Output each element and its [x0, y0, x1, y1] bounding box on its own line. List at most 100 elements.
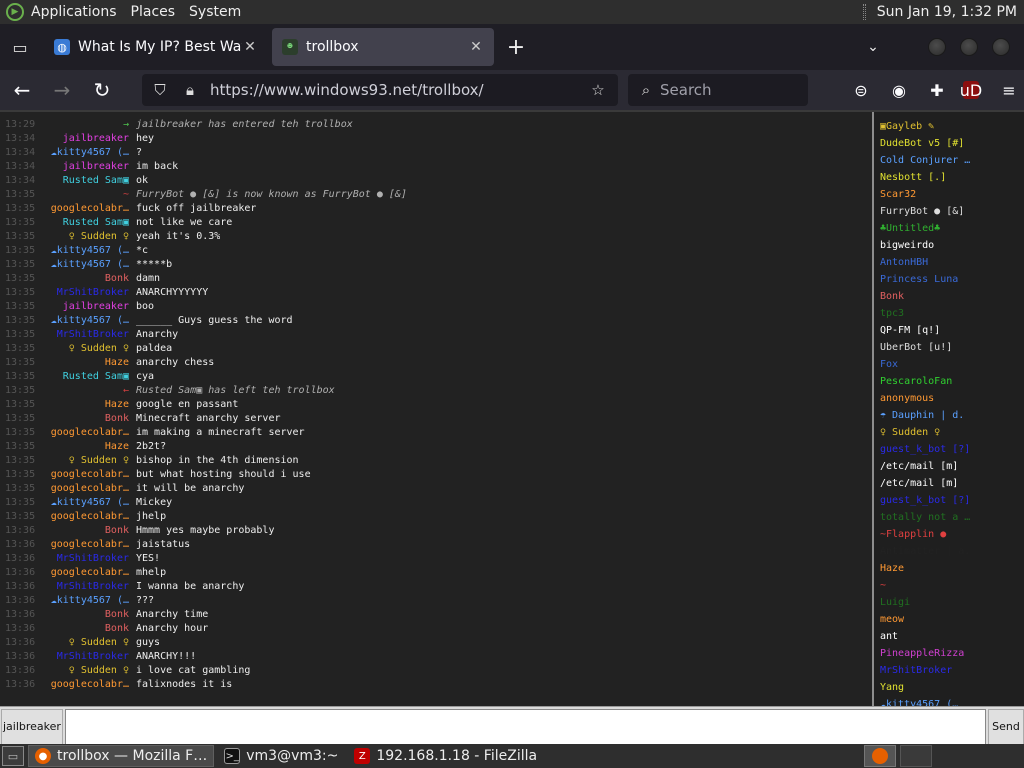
message-nick[interactable]: ♀ Sudden ♀ — [38, 454, 129, 468]
close-icon[interactable]: ✕ — [468, 39, 484, 55]
nickname-button[interactable]: jailbreaker — [1, 708, 63, 745]
message-nick[interactable]: Haze — [38, 398, 129, 412]
user-list-item[interactable]: bigweirdo — [874, 237, 1024, 254]
message-nick[interactable]: ♀ Sudden ♀ — [38, 664, 129, 678]
taskbar-item-firefox[interactable]: ● trollbox — Mozilla F… — [28, 745, 215, 767]
message-nick[interactable]: ☁kitty4567 (… — [38, 594, 129, 608]
message-nick[interactable]: Bonk — [38, 608, 129, 622]
message-nick[interactable]: Bonk — [38, 412, 129, 426]
user-list-item[interactable]: UberBot [u!] — [874, 339, 1024, 356]
user-list-item[interactable]: DudeBot v5 [#] — [874, 135, 1024, 152]
workspace-1[interactable] — [864, 745, 896, 767]
user-list-item[interactable]: tpc3 — [874, 305, 1024, 322]
message-nick[interactable]: ☁kitty4567 (… — [38, 146, 129, 160]
user-list-item[interactable]: ♀ Sudden ♀ — [874, 424, 1024, 441]
message-nick[interactable]: googlecolabr… — [38, 202, 129, 216]
shield-icon[interactable]: ⛉ — [148, 81, 172, 99]
bookmark-star-icon[interactable]: ☆ — [586, 81, 610, 99]
user-list-item[interactable]: ~ — [874, 577, 1024, 594]
message-nick[interactable]: MrShitBroker — [38, 328, 129, 342]
message-nick[interactable]: Rusted Sam▣ — [38, 174, 129, 188]
chevron-down-icon[interactable]: ⌄ — [858, 39, 888, 55]
user-list-item[interactable]: Bonk — [874, 288, 1024, 305]
back-arrow-icon[interactable]: ← — [4, 74, 40, 106]
message-nick[interactable]: MrShitBroker — [38, 650, 129, 664]
message-nick[interactable]: ← — [38, 384, 129, 398]
message-nick[interactable]: ☁kitty4567 (… — [38, 258, 129, 272]
account-icon[interactable]: ◉ — [882, 74, 916, 106]
message-nick[interactable]: ♀ Sudden ♀ — [38, 342, 129, 356]
url-text[interactable]: https://www.windows93.net/trollbox/ — [210, 81, 580, 99]
user-list-item[interactable]: ~Flapplin ● — [874, 526, 1024, 543]
tab-trollbox[interactable]: ☻ trollbox ✕ — [272, 28, 494, 66]
message-nick[interactable]: googlecolabr… — [38, 426, 129, 440]
user-list-item[interactable]: /etc/mail [m] — [874, 458, 1024, 475]
workspace-2[interactable] — [900, 745, 932, 767]
message-nick[interactable]: googlecolabr… — [38, 468, 129, 482]
maximize-window-button[interactable] — [960, 38, 978, 56]
close-window-button[interactable] — [992, 38, 1010, 56]
search-input[interactable]: ⌕ Search — [628, 74, 808, 106]
message-nick[interactable]: ♀ Sudden ♀ — [38, 636, 129, 650]
tab-what-is-my-ip[interactable]: ◍ What Is My IP? Best Way To ✕ — [44, 28, 268, 66]
user-list-item[interactable]: MrShitBroker — [874, 662, 1024, 679]
user-list-item[interactable]: Luigi — [874, 594, 1024, 611]
user-list-item[interactable]: anonymous — [874, 390, 1024, 407]
message-nick[interactable]: googlecolabr… — [38, 678, 129, 692]
message-nick[interactable]: Rusted Sam▣ — [38, 216, 129, 230]
message-nick[interactable]: → — [38, 118, 129, 132]
user-list[interactable]: ▣Gayleb ✎ DudeBot v5 [#] Cold Conjurer … Ne… — [872, 112, 1024, 706]
message-nick[interactable]: ☁kitty4567 (… — [38, 496, 129, 510]
user-list-item[interactable]: Nesbott [.] — [874, 169, 1024, 186]
message-nick[interactable]: Haze — [38, 356, 129, 370]
user-list-item[interactable]: Princess Luna — [874, 271, 1024, 288]
close-icon[interactable]: ✕ — [242, 39, 258, 55]
show-desktop-icon[interactable]: ▭ — [2, 746, 24, 766]
extensions-icon[interactable]: ✚ — [920, 74, 954, 106]
message-nick[interactable]: jailbreaker — [38, 300, 129, 314]
ublock-origin-icon[interactable]: uD — [960, 81, 982, 100]
message-nick[interactable]: ☁kitty4567 (… — [38, 244, 129, 258]
message-nick[interactable]: Rusted Sam▣ — [38, 370, 129, 384]
menu-places[interactable]: Places — [124, 0, 183, 24]
message-list[interactable]: 13:29 → jailbreaker has entered teh trollb… — [2, 118, 868, 706]
user-list-item[interactable]: AntonHBH — [874, 254, 1024, 271]
user-list-item[interactable]: ☁kitty4567 (… — [874, 696, 1024, 706]
user-list-item[interactable]: FurryBot ● [&] — [874, 203, 1024, 220]
user-list-item[interactable]: meow — [874, 611, 1024, 628]
user-list-item[interactable]: /etc/mail [m] — [874, 475, 1024, 492]
user-list-item[interactable]: Cold Conjurer … — [874, 152, 1024, 169]
message-nick[interactable]: Bonk — [38, 622, 129, 636]
pocket-icon[interactable]: ⊜ — [844, 74, 878, 106]
hamburger-menu-icon[interactable]: ≡ — [992, 74, 1024, 106]
forward-arrow-icon[interactable]: → — [44, 74, 80, 106]
user-list-item[interactable]: Antimatter | a. — [874, 543, 1024, 560]
user-list-item[interactable]: Haze — [874, 560, 1024, 577]
minimize-window-button[interactable] — [928, 38, 946, 56]
message-nick[interactable]: Bonk — [38, 272, 129, 286]
message-nick[interactable]: googlecolabr… — [38, 566, 129, 580]
message-nick[interactable]: jailbreaker — [38, 160, 129, 174]
message-nick[interactable]: MrShitBroker — [38, 286, 129, 300]
user-list-item[interactable]: ant — [874, 628, 1024, 645]
message-nick[interactable]: googlecolabr… — [38, 510, 129, 524]
clock[interactable]: Sun Jan 19, 1:32 PM — [870, 0, 1024, 24]
user-list-item[interactable]: Scar32 — [874, 186, 1024, 203]
send-button[interactable]: Send — [988, 708, 1024, 745]
user-list-item[interactable]: PescaroloFan — [874, 373, 1024, 390]
message-nick[interactable]: ☁kitty4567 (… — [38, 314, 129, 328]
firefox-view-icon[interactable]: ▭ — [0, 24, 40, 70]
user-list-item[interactable]: guest_k_bot [?] — [874, 441, 1024, 458]
taskbar-item-filezilla[interactable]: Z 192.168.1.18 - FileZilla — [348, 745, 543, 767]
user-list-item[interactable]: ▣Gayleb ✎ — [874, 118, 1024, 135]
url-bar[interactable]: ⛉ 🔒︎ https://www.windows93.net/trollbox/… — [142, 74, 618, 106]
taskbar-item-terminal[interactable]: >_ vm3@vm3:~ — [218, 745, 344, 767]
chat-input[interactable] — [64, 708, 987, 745]
message-nick[interactable]: googlecolabr… — [38, 538, 129, 552]
lock-icon[interactable]: 🔒︎ — [178, 81, 202, 99]
message-nick[interactable]: Bonk — [38, 524, 129, 538]
user-list-item[interactable]: Fox — [874, 356, 1024, 373]
message-nick[interactable]: ~ — [38, 188, 129, 202]
message-nick[interactable]: Haze — [38, 440, 129, 454]
user-list-item[interactable]: guest_k_bot [?] — [874, 492, 1024, 509]
